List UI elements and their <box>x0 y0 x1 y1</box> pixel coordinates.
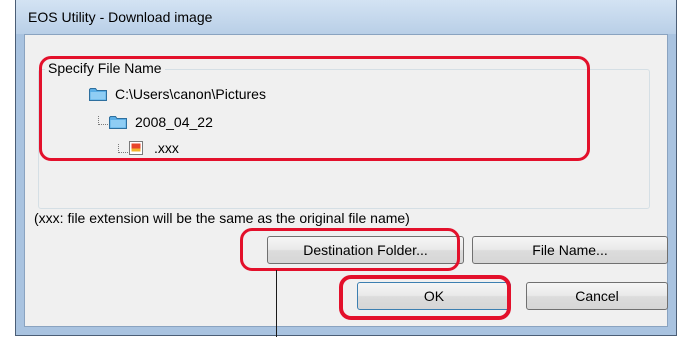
title-bar[interactable]: EOS Utility - Download image <box>16 0 676 34</box>
tree-file-name: .xxx <box>154 140 179 156</box>
destination-folder-button[interactable]: Destination Folder... <box>267 236 464 264</box>
window-title: EOS Utility - Download image <box>28 9 213 25</box>
group-title: Specify File Name <box>45 60 165 76</box>
screenshot-stage: EOS Utility - Download image Specify Fil… <box>0 0 678 337</box>
download-image-dialog: EOS Utility - Download image Specify Fil… <box>15 0 677 336</box>
dialog-client-area: Specify File Name C:\Users\canon\Picture… <box>24 34 668 327</box>
tree-root-path: C:\Users\canon\Pictures <box>115 86 266 102</box>
tree-item-file: .xxx <box>128 140 179 156</box>
callout-leader-line-bottom <box>276 270 277 337</box>
tree-item-root-folder: C:\Users\canon\Pictures <box>89 86 266 102</box>
folder-icon <box>109 116 127 129</box>
folder-icon <box>89 88 107 101</box>
tree-connector <box>98 116 108 125</box>
tree-subfolder-name: 2008_04_22 <box>135 114 213 130</box>
ok-button[interactable]: OK <box>357 282 511 310</box>
tree-connector <box>118 144 128 153</box>
file-name-button[interactable]: File Name... <box>472 236 668 264</box>
image-file-icon <box>129 141 143 155</box>
cancel-button[interactable]: Cancel <box>526 282 668 310</box>
tree-item-subfolder: 2008_04_22 <box>109 114 213 130</box>
specify-file-name-group: Specify File Name C:\Users\canon\Picture… <box>38 60 650 209</box>
file-extension-note: (xxx: file extension will be the same as… <box>34 210 410 226</box>
